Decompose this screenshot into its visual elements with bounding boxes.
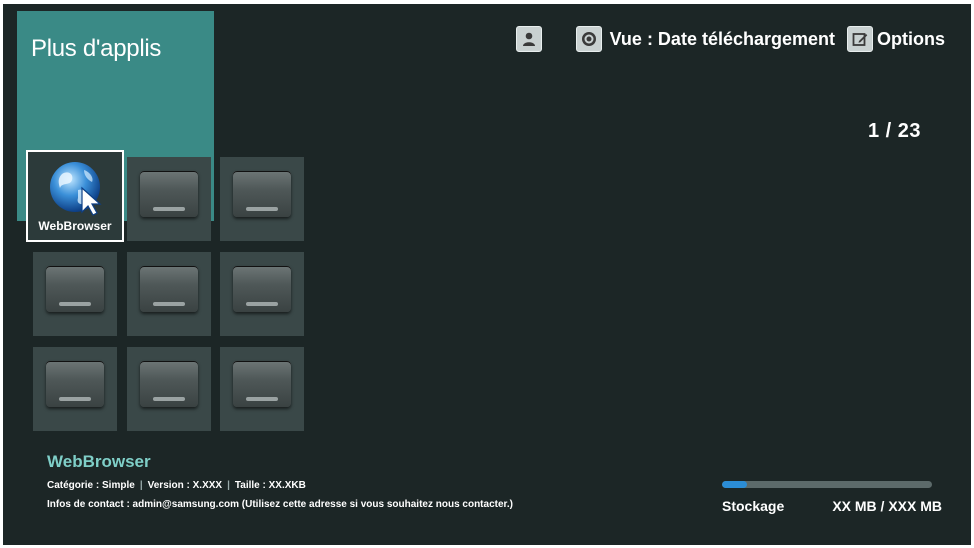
app-tile-empty[interactable] bbox=[33, 252, 117, 336]
app-info-meta-row: Catégorie : Simple | Version : X.XXX | Taill… bbox=[47, 478, 513, 493]
app-grid: WebBrowser bbox=[26, 150, 304, 431]
view-sort-label[interactable]: Vue : Date téléchargement bbox=[610, 29, 835, 50]
app-tile-empty[interactable] bbox=[220, 157, 304, 241]
globe-cursor-icon bbox=[50, 162, 102, 216]
app-tile-empty[interactable] bbox=[220, 347, 304, 431]
app-tile-empty[interactable] bbox=[127, 252, 211, 336]
app-info-details: Catégorie : Simple | Version : X.XXX | Taill… bbox=[47, 478, 513, 512]
edit-icon[interactable] bbox=[847, 26, 873, 52]
empty-slot bbox=[140, 266, 198, 312]
empty-slot bbox=[46, 266, 104, 312]
empty-slot bbox=[140, 171, 198, 217]
page-title: Plus d'applis bbox=[31, 35, 162, 62]
storage-bar bbox=[722, 481, 932, 488]
app-tile-empty[interactable] bbox=[220, 252, 304, 336]
app-info-contact: Infos de contact : admin@samsung.com (Ut… bbox=[47, 499, 513, 510]
separator: | bbox=[139, 480, 143, 491]
empty-slot bbox=[233, 361, 291, 407]
separator: | bbox=[227, 480, 230, 491]
page-indicator: 1 / 23 bbox=[867, 120, 921, 142]
empty-slot bbox=[233, 266, 291, 312]
tv-screen: Plus d'applis Vue : Date téléchargement … bbox=[3, 4, 971, 545]
app-tile-webbrowser[interactable]: WebBrowser bbox=[26, 150, 124, 242]
app-tile-empty[interactable] bbox=[33, 347, 117, 431]
disc-icon[interactable] bbox=[575, 26, 602, 52]
storage-value: XX MB / XXX MB bbox=[832, 498, 942, 514]
app-info-version: Version : X.XXX bbox=[147, 480, 223, 491]
app-info-category: Catégorie : Simple bbox=[47, 480, 135, 491]
options-label[interactable]: Options bbox=[877, 29, 945, 50]
storage-row: Stockage XX MB / XXX MB bbox=[722, 498, 942, 514]
empty-slot bbox=[233, 171, 291, 217]
storage-panel: Stockage XX MB / XXX MB bbox=[722, 481, 942, 514]
app-label: WebBrowser bbox=[38, 219, 112, 233]
storage-bar-fill bbox=[722, 481, 748, 488]
app-tile-empty[interactable] bbox=[127, 347, 211, 431]
empty-slot bbox=[140, 361, 198, 407]
top-toolbar: Vue : Date téléchargement Options bbox=[515, 25, 945, 53]
app-info-panel: WebBrowser Catégorie : Simple | Version : … bbox=[47, 452, 513, 512]
app-info-name: WebBrowser bbox=[47, 452, 151, 471]
app-info-size: Taille : XX.XKB bbox=[234, 480, 306, 491]
empty-slot bbox=[46, 361, 104, 407]
person-icon[interactable] bbox=[515, 26, 542, 52]
storage-label: Stockage bbox=[722, 498, 785, 514]
app-tile-empty[interactable] bbox=[127, 157, 211, 241]
